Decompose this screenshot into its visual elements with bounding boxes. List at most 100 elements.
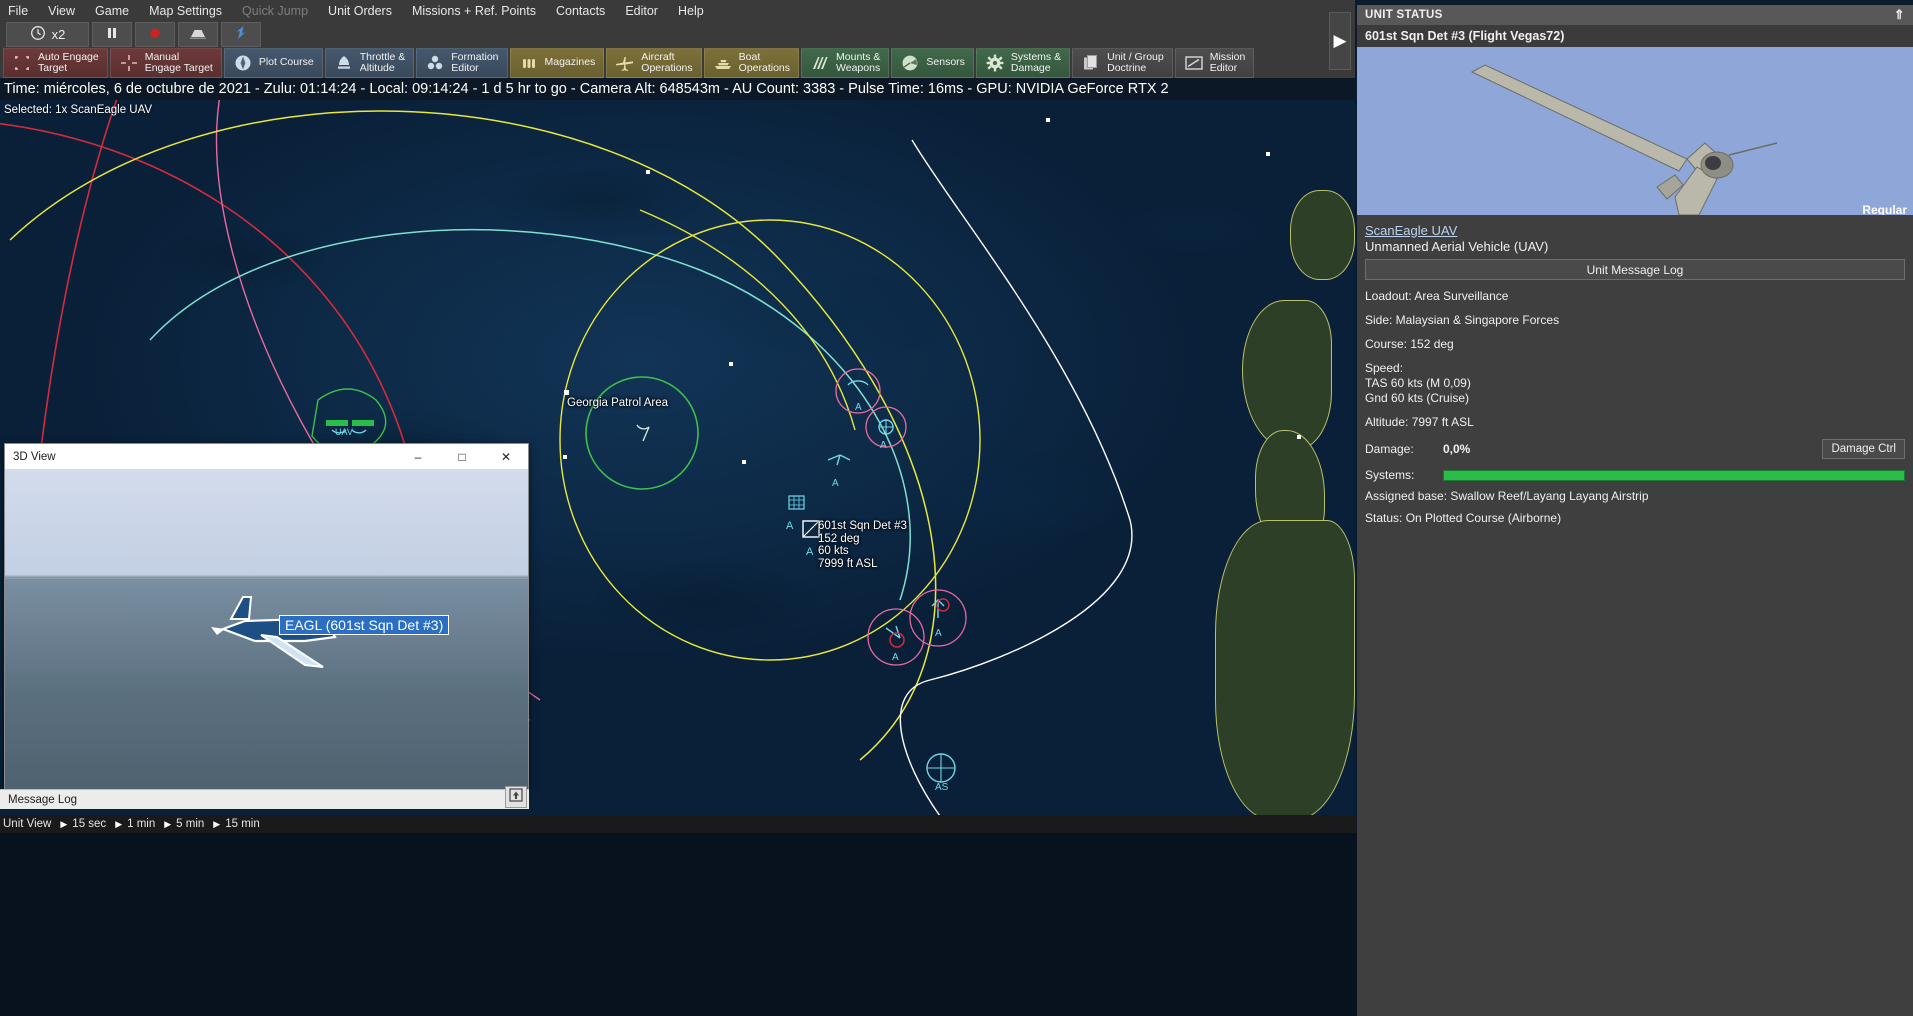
menu-item-map-settings[interactable]: Map Settings <box>149 4 222 18</box>
menu-item-view[interactable]: View <box>48 4 75 18</box>
message-log-expand-button[interactable] <box>505 786 527 808</box>
unit-speed-tas: TAS 60 kts (M 0,09) <box>1365 376 1905 391</box>
3d-view-viewport[interactable]: EAGL (601st Sqn Det #3) <box>5 469 528 789</box>
close-icon[interactable]: ✕ <box>484 444 528 469</box>
plot-course-button[interactable]: Plot Course <box>224 48 323 78</box>
right-panel-toggle-button[interactable]: ▶ <box>1329 12 1351 70</box>
unit-proficiency-caption: Regular <box>1862 203 1907 215</box>
3d-view-titlebar[interactable]: 3D View – □ ✕ <box>5 444 528 469</box>
sensors-button[interactable]: Sensors <box>891 48 974 78</box>
manual-engage-icon <box>119 53 139 73</box>
chevron-right-icon: ▶ <box>60 819 67 830</box>
quick-jump-button[interactable] <box>221 22 261 47</box>
layers-button[interactable] <box>178 22 218 47</box>
scaneagle-photo-illustration <box>1357 47 1913 215</box>
systems-damage-label: Systems & Damage <box>1011 52 1061 75</box>
aircraft-operations-label: Aircraft Operations <box>641 52 692 75</box>
map-label-georgia-patrol-area[interactable]: Georgia Patrol Area <box>567 397 668 410</box>
auto-engage-icon <box>12 53 32 73</box>
mounts-weapons-button[interactable]: Mounts & Weapons <box>801 48 889 78</box>
bottom-item-15-sec[interactable]: ▶ 15 sec <box>57 818 112 830</box>
bottom-item-1-min[interactable]: ▶ 1 min <box>112 818 161 830</box>
3d-aircraft-model <box>5 469 528 789</box>
aircraft-operations-button[interactable]: Aircraft Operations <box>606 48 701 78</box>
menu-item-unit-orders[interactable]: Unit Orders <box>328 4 392 18</box>
menu-item-contacts[interactable]: Contacts <box>556 4 605 18</box>
unit-damage-row: Damage: 0,0% Damage Ctrl <box>1365 439 1905 459</box>
unit-status-panel: UNIT STATUS ⇑ 601st Sqn Det #3 (Flight V… <box>1357 5 1913 1016</box>
sensors-icon <box>900 53 920 73</box>
pause-button[interactable] <box>92 22 132 47</box>
application-window: File View Game Map Settings Quick Jump U… <box>0 0 1913 1016</box>
throttle-altitude-label: Throttle & Altitude <box>360 52 406 75</box>
formation-editor-button[interactable]: Formation Editor <box>416 48 507 78</box>
menu-item-editor[interactable]: Editor <box>625 4 658 18</box>
aircraft-icon <box>615 53 635 73</box>
boat-icon <box>713 53 733 73</box>
unit-speed-block: Speed: TAS 60 kts (M 0,09) Gnd 60 kts (C… <box>1365 361 1905 406</box>
throttle-altitude-button[interactable]: Throttle & Altitude <box>325 48 415 78</box>
pause-icon <box>105 26 119 43</box>
unit-loadout: Loadout: Area Surveillance <box>1365 289 1905 304</box>
maximize-icon[interactable]: □ <box>440 444 484 469</box>
menu-item-help[interactable]: Help <box>678 4 704 18</box>
record-button[interactable] <box>135 22 175 47</box>
3d-view-window[interactable]: 3D View – □ ✕ EAGL (601st Sqn Det #3) <box>4 443 529 789</box>
throttle-icon <box>334 53 354 73</box>
mission-editor-label: Mission Editor <box>1210 52 1246 75</box>
unit-photo: Regular <box>1357 47 1913 215</box>
bottom-item-5-min[interactable]: ▶ 5 min <box>161 818 210 830</box>
boat-operations-label: Boat Operations <box>739 52 790 75</box>
minimize-icon[interactable]: – <box>396 444 440 469</box>
plot-course-label: Plot Course <box>259 57 314 69</box>
unit-speed-gnd: Gnd 60 kts (Cruise) <box>1365 391 1905 406</box>
unit-status-panel-title: UNIT STATUS <box>1365 9 1894 21</box>
magazines-button[interactable]: Magazines <box>510 48 605 78</box>
unit-speed-label: Speed: <box>1365 361 1905 376</box>
unit-group-doctrine-button[interactable]: Unit / Group Doctrine <box>1072 48 1173 78</box>
map-label-selected-unit-readout[interactable]: 601st Sqn Det #3 152 deg 60 kts 7999 ft … <box>818 520 907 570</box>
menu-item-file[interactable]: File <box>8 4 28 18</box>
manual-engage-target-button[interactable]: Manual Engage Target <box>110 48 222 78</box>
damage-control-button[interactable]: Damage Ctrl <box>1822 439 1905 459</box>
unit-systems-label: Systems: <box>1365 468 1433 482</box>
unit-side: Side: Malaysian & Singapore Forces <box>1365 313 1905 328</box>
systems-damage-button[interactable]: Systems & Damage <box>976 48 1070 78</box>
unit-assigned-base: Assigned base: Swallow Reef/Layang Layan… <box>1365 489 1905 504</box>
unit-damage-value: 0,0% <box>1443 442 1503 456</box>
unit-damage-label: Damage: <box>1365 442 1433 456</box>
mission-editor-button[interactable]: Mission Editor <box>1175 48 1255 78</box>
magazines-label: Magazines <box>545 57 596 69</box>
layers-icon <box>188 26 208 43</box>
unit-class-link[interactable]: ScanEagle UAV <box>1365 223 1905 238</box>
systems-health-bar <box>1443 470 1905 481</box>
chevron-right-icon: ▶ <box>115 819 122 830</box>
auto-engage-target-button[interactable]: Auto Engage Target <box>3 48 108 78</box>
time-step-15sec-label: 15 sec <box>72 818 106 830</box>
unit-type-label: Unmanned Aerial Vehicle (UAV) <box>1365 239 1905 254</box>
boat-operations-button[interactable]: Boat Operations <box>704 48 799 78</box>
menu-item-game[interactable]: Game <box>95 4 129 18</box>
time-compression-button[interactable]: x2 <box>6 22 89 47</box>
unit-systems-row: Systems: <box>1365 468 1905 482</box>
mission-editor-icon <box>1184 53 1204 73</box>
chevron-up-icon[interactable]: ⇑ <box>1894 7 1905 23</box>
chevron-right-icon: ▶ <box>164 819 171 830</box>
expand-up-icon <box>509 788 523 807</box>
bottom-item-unit-view[interactable]: Unit View <box>0 818 57 830</box>
auto-engage-target-label: Auto Engage Target <box>38 52 99 75</box>
time-step-1min-label: 1 min <box>127 818 155 830</box>
message-log-bar[interactable]: Message Log <box>0 789 529 809</box>
menu-item-missions-ref-points[interactable]: Missions + Ref. Points <box>412 4 536 18</box>
unit-status-text: Status: On Plotted Course (Airborne) <box>1365 511 1905 526</box>
unit-group-doctrine-label: Unit / Group Doctrine <box>1107 52 1164 75</box>
unit-status-body: ScanEagle UAV Unmanned Aerial Vehicle (U… <box>1357 215 1913 526</box>
3d-unit-label: EAGL (601st Sqn Det #3) <box>279 615 449 635</box>
mounts-weapons-icon <box>810 53 830 73</box>
bottom-item-15-min[interactable]: ▶ 15 min <box>210 818 265 830</box>
unit-message-log-button[interactable]: Unit Message Log <box>1365 259 1905 280</box>
3d-view-title: 3D View <box>13 451 396 463</box>
chevron-right-icon: ▶ <box>213 819 220 830</box>
time-step-5min-label: 5 min <box>176 818 204 830</box>
top-chrome: File View Game Map Settings Quick Jump U… <box>0 0 1355 78</box>
